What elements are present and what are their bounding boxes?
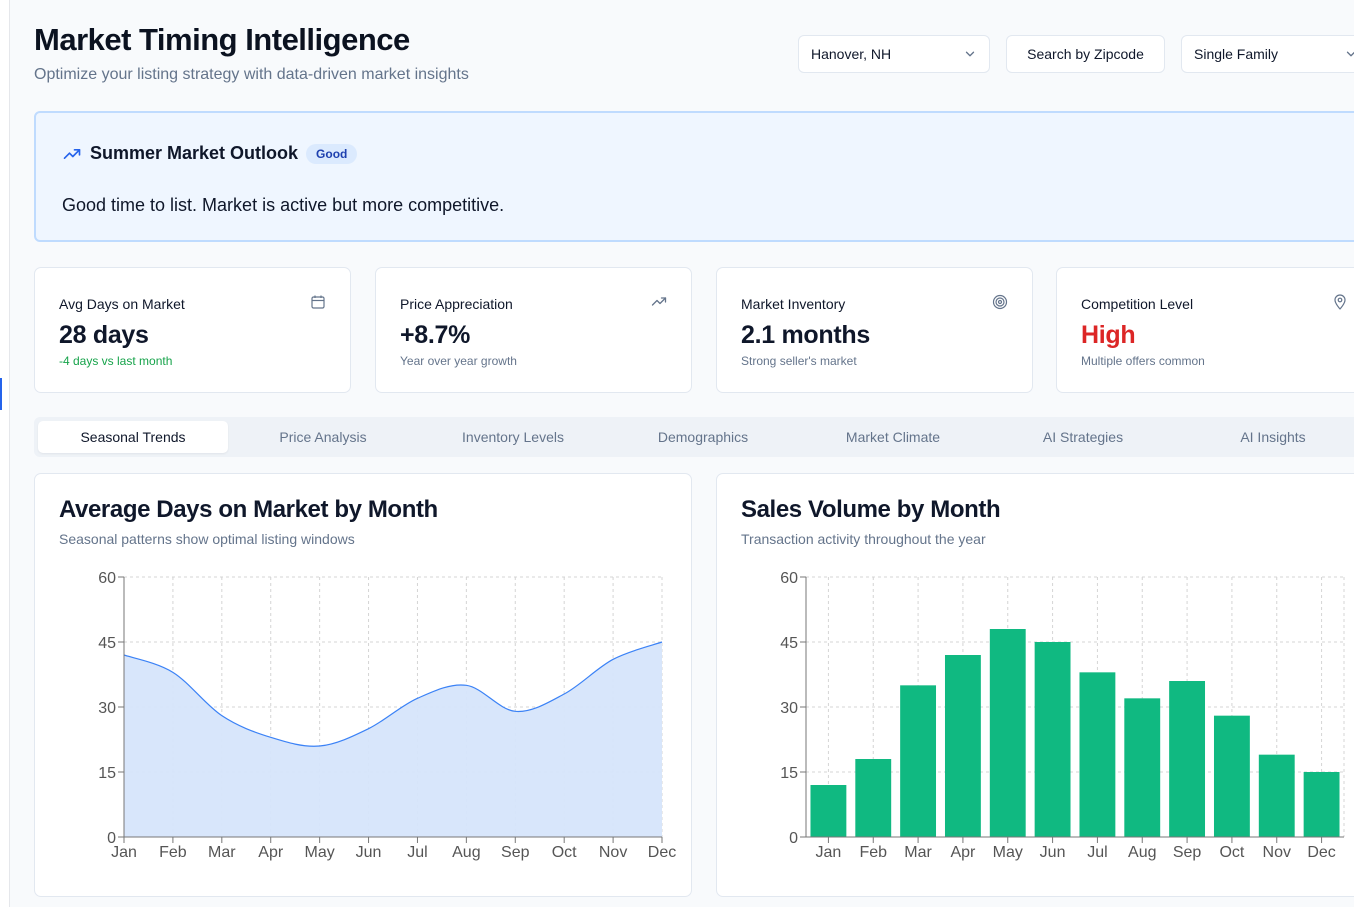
map-pin-icon <box>1334 294 1346 310</box>
metric-caption: Multiple offers common <box>1081 354 1205 368</box>
bar <box>944 655 981 837</box>
x-tick-label: Sep <box>501 844 530 861</box>
x-tick-label: Jul <box>407 844 427 861</box>
search-by-zipcode-button[interactable]: Search by Zipcode <box>1006 35 1165 73</box>
days-on-market-panel: Average Days on Market by Month Seasonal… <box>34 473 692 897</box>
metric-label: Market Inventory <box>741 296 846 312</box>
y-tick-label: 30 <box>780 700 798 717</box>
metric-change: -4 days vs last month <box>59 354 173 368</box>
x-tick-label: Nov <box>1263 844 1291 861</box>
bar <box>1034 642 1071 837</box>
days-on-market-chart: 015304560Jan Feb Mar Apr May Jun Jul Aug Sep Oct N… <box>98 570 676 861</box>
page-subtitle: Optimize your listing strategy with data… <box>34 66 469 83</box>
calendar-icon <box>311 295 325 309</box>
page-title: Market Timing Intelligence <box>34 22 410 57</box>
metric-label: Competition Level <box>1081 296 1194 312</box>
bar <box>1213 715 1250 837</box>
y-tick-label: 15 <box>780 765 798 782</box>
y-tick-label: 45 <box>780 635 798 652</box>
x-tick-label: Dec <box>648 844 676 861</box>
y-tick-label: 60 <box>780 570 798 587</box>
metric-caption: Year over year growth <box>400 354 517 368</box>
tab-market-climate[interactable]: Market Climate <box>798 421 988 453</box>
x-tick-label: Jun <box>1040 844 1066 861</box>
x-tick-label: Jul <box>1087 844 1107 861</box>
metric-caption: Strong seller's market <box>741 354 857 368</box>
tab-ai-strategies[interactable]: AI Strategies <box>988 421 1178 453</box>
x-tick-label: Sep <box>1173 844 1202 861</box>
metric-card-market-inventory: Market Inventory 2.1 months Strong selle… <box>716 267 1033 393</box>
metric-card-price-appreciation: Price Appreciation +8.7% Year over year … <box>375 267 692 393</box>
market-outlook-banner: Summer Market Outlook Good Good time to … <box>34 111 1354 242</box>
y-tick-label: 0 <box>789 830 798 847</box>
bar <box>1124 698 1161 837</box>
area-fill <box>124 642 662 837</box>
chevron-down-icon <box>1346 51 1354 57</box>
tab-price-analysis[interactable]: Price Analysis <box>228 421 418 453</box>
bar <box>855 759 892 837</box>
tab-ai-insights[interactable]: AI Insights <box>1178 421 1354 453</box>
bar <box>1258 754 1295 837</box>
search-by-zipcode-label: Search by Zipcode <box>1027 46 1144 62</box>
bar <box>810 785 847 837</box>
x-tick-label: Dec <box>1307 844 1335 861</box>
outlook-status-badge: Good <box>306 143 358 164</box>
trending-up-icon <box>651 297 667 306</box>
target-icon <box>992 294 1008 310</box>
bar <box>989 629 1026 837</box>
bar <box>1169 681 1206 837</box>
metric-value: 28 days <box>59 321 149 349</box>
y-tick-label: 60 <box>98 570 116 587</box>
tab-inventory-levels[interactable]: Inventory Levels <box>418 421 608 453</box>
outlook-message: Good time to list. Market is active but … <box>62 195 505 215</box>
sales-volume-chart: 0 15 30 45 60 Jan Feb Mar Apr May Jun Jul Aug Sep Oct N… <box>780 570 1345 861</box>
metric-value: +8.7% <box>400 321 471 349</box>
tab-seasonal-trends[interactable]: Seasonal Trends <box>38 421 228 453</box>
y-tick-label: 15 <box>98 765 116 782</box>
x-tick-label: Feb <box>159 844 187 861</box>
y-tick-label: 45 <box>98 635 116 652</box>
x-tick-label: May <box>305 844 335 861</box>
sidebar-active-marker <box>0 378 2 410</box>
metric-value: High <box>1081 321 1136 349</box>
x-tick-label: Oct <box>552 844 577 861</box>
sales-volume-panel: Sales Volume by Month Transaction activi… <box>716 473 1354 897</box>
chevron-down-icon <box>965 51 975 57</box>
metric-card-days-on-market: Avg Days on Market 28 days -4 days vs la… <box>34 267 351 393</box>
metric-card-competition-level: Competition Level High Multiple offers c… <box>1056 267 1354 393</box>
analysis-tabs: Seasonal Trends Price Analysis Inventory… <box>34 417 1354 457</box>
x-tick-label: Jan <box>111 844 137 861</box>
x-tick-label: Oct <box>1219 844 1244 861</box>
x-tick-label: Jun <box>356 844 382 861</box>
x-tick-label: May <box>993 844 1023 861</box>
bar <box>1079 672 1116 837</box>
bar <box>1303 772 1340 837</box>
property-type-value: Single Family <box>1194 46 1279 62</box>
metric-label: Avg Days on Market <box>59 296 185 312</box>
x-tick-label: Mar <box>904 844 932 861</box>
bar <box>900 685 937 837</box>
metric-label: Price Appreciation <box>400 296 513 312</box>
x-tick-label: Apr <box>258 844 284 861</box>
x-tick-label: Feb <box>859 844 887 861</box>
metric-value: 2.1 months <box>741 321 870 349</box>
x-tick-label: Jan <box>816 844 842 861</box>
tab-demographics[interactable]: Demographics <box>608 421 798 453</box>
x-tick-label: Apr <box>950 844 976 861</box>
x-tick-label: Nov <box>599 844 627 861</box>
location-select-value: Hanover, NH <box>811 46 892 62</box>
trending-up-icon <box>63 148 81 159</box>
y-tick-label: 30 <box>98 700 116 717</box>
location-select[interactable]: Hanover, NH <box>798 35 990 73</box>
x-tick-label: Aug <box>452 844 480 861</box>
outlook-title: Summer Market Outlook <box>90 143 299 163</box>
property-type-select[interactable]: Single Family <box>1181 35 1354 73</box>
x-tick-label: Mar <box>208 844 236 861</box>
x-tick-label: Aug <box>1128 844 1156 861</box>
left-sidebar-edge <box>0 0 10 907</box>
